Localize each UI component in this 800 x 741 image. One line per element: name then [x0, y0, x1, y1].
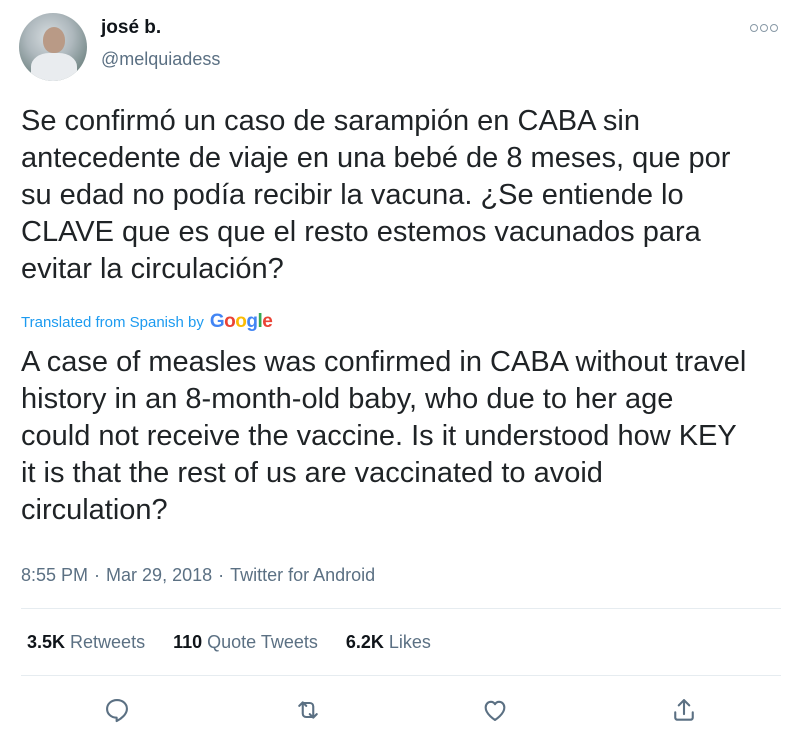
- share-button[interactable]: [664, 690, 704, 730]
- share-icon: [674, 699, 694, 721]
- like-button[interactable]: [475, 690, 515, 730]
- likes-count: 6.2K: [345, 632, 384, 652]
- translation-attribution[interactable]: Translated from Spanish by Google: [21, 311, 273, 333]
- avatar-shirt: [31, 53, 77, 81]
- reply-icon: [106, 699, 128, 723]
- retweets-label: Retweets: [70, 632, 146, 652]
- retweets-stat[interactable]: 3.5K Retweets: [27, 632, 145, 653]
- avatar-head: [43, 27, 65, 53]
- tweet-stats: 3.5K Retweets 110 Quote Tweets 6.2K Like…: [27, 632, 431, 653]
- reply-button[interactable]: [97, 690, 137, 730]
- divider: [21, 675, 781, 676]
- tweet-original-text: Se confirmó un caso de sarampión en CABA…: [21, 105, 731, 285]
- like-icon: [484, 700, 506, 721]
- likes-stat[interactable]: 6.2K Likes: [346, 632, 431, 653]
- meta-separator: ·: [94, 565, 101, 585]
- google-logo: Google: [209, 311, 273, 332]
- more-dot: [760, 24, 768, 32]
- tweet-time[interactable]: 8:55 PM: [21, 565, 88, 586]
- retweet-button[interactable]: [288, 690, 328, 730]
- quotes-label: Quote Tweets: [207, 632, 318, 652]
- more-dot: [770, 24, 778, 32]
- meta-separator: ·: [218, 565, 225, 585]
- more-options-icon[interactable]: [750, 24, 778, 32]
- more-dot: [750, 24, 758, 32]
- divider: [21, 608, 781, 609]
- retweets-count: 3.5K: [27, 632, 66, 652]
- tweet-meta: 8:55 PM · Mar 29, 2018 · Twitter for And…: [21, 565, 375, 586]
- tweet-card: josé b. @melquiadess Se confirmó un caso…: [0, 0, 800, 741]
- tweet-date[interactable]: Mar 29, 2018: [106, 565, 212, 586]
- user-name[interactable]: josé b.: [101, 17, 161, 39]
- retweet-icon: [298, 701, 318, 719]
- tweet-translated-text: A case of measles was confirmed in CABA …: [21, 346, 747, 526]
- avatar[interactable]: [19, 13, 87, 81]
- tweet-source[interactable]: Twitter for Android: [230, 565, 375, 586]
- quotes-stat[interactable]: 110 Quote Tweets: [173, 632, 318, 653]
- user-handle[interactable]: @melquiadess: [101, 49, 220, 70]
- translation-label: Translated from Spanish by: [21, 314, 204, 331]
- quotes-count: 110: [173, 632, 203, 652]
- tweet-actions: [0, 690, 800, 730]
- likes-label: Likes: [388, 632, 431, 652]
